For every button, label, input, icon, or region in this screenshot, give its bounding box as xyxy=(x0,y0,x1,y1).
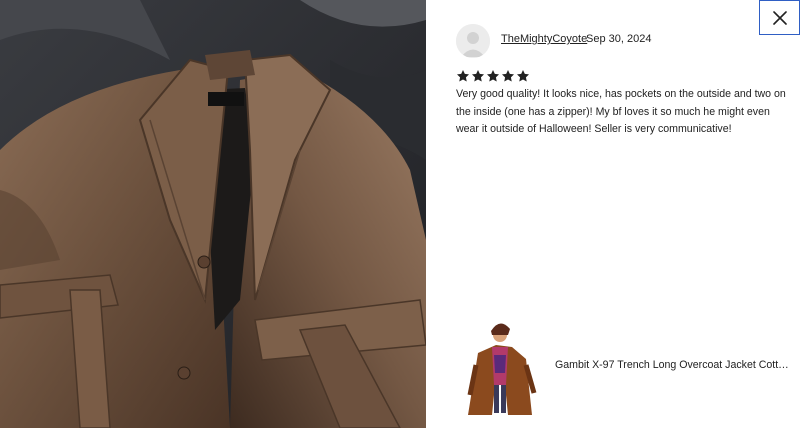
star-icon xyxy=(516,70,530,82)
star-icon xyxy=(501,70,515,82)
avatar-placeholder-icon xyxy=(456,24,490,58)
star-icon xyxy=(486,70,500,82)
reviewer-avatar xyxy=(456,24,490,58)
review-panel: TheMightyCoyote Sep 30, 2024 Very good q… xyxy=(426,0,800,428)
review-photo[interactable] xyxy=(0,0,426,428)
close-icon xyxy=(772,10,787,25)
star-icon xyxy=(471,70,485,82)
reviewer-name-link[interactable]: TheMightyCoyote xyxy=(501,33,587,45)
listing-link[interactable]: Gambit X-97 Trench Long Overcoat Jacket … xyxy=(456,310,796,420)
close-button[interactable] xyxy=(759,0,800,35)
listing-title: Gambit X-97 Trench Long Overcoat Jacket … xyxy=(555,359,791,371)
review-date: Sep 30, 2024 xyxy=(586,33,652,45)
star-icon xyxy=(456,70,470,82)
listing-thumbnail xyxy=(456,315,542,415)
leather-coat-image xyxy=(0,0,426,428)
review-text: Very good quality! It looks nice, has po… xyxy=(456,88,786,135)
star-rating xyxy=(456,69,530,85)
